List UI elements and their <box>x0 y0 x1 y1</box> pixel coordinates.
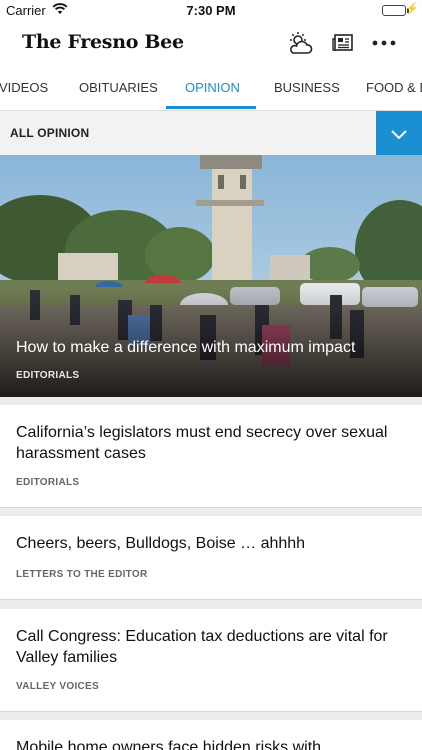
app-header: The Fresno Bee <box>0 22 422 66</box>
article-headline[interactable]: Call Congress: Education tax deductions … <box>16 626 396 668</box>
article-card[interactable]: Call Congress: Education tax deductions … <box>0 609 422 712</box>
tab-videos[interactable]: VIDEOS <box>0 80 48 95</box>
tab-obituaries[interactable]: OBITUARIES <box>79 80 158 95</box>
hero-category[interactable]: EDITORIALS <box>16 370 79 381</box>
article-card[interactable]: Mobile home owners face hidden risks wit… <box>0 720 422 750</box>
clock: 7:30 PM <box>186 3 236 18</box>
status-bar: Carrier 7:30 PM ⚡ <box>0 0 422 22</box>
chevron-down-icon <box>391 129 407 139</box>
article-headline[interactable]: California’s legislators must end secrec… <box>16 422 396 464</box>
article-category[interactable]: LETTERS TO THE EDITOR <box>16 569 148 580</box>
battery-icon <box>382 5 406 16</box>
tab-business[interactable]: BUSINESS <box>274 80 340 95</box>
article-headline[interactable]: Cheers, beers, Bulldogs, Boise … ahhhh <box>16 533 396 554</box>
hero-headline[interactable]: How to make a difference with maximum im… <box>16 339 355 357</box>
weather-icon[interactable] <box>286 30 314 56</box>
hero-story[interactable]: How to make a difference with maximum im… <box>0 155 422 397</box>
filter-bar[interactable]: ALL OPINION <box>0 110 422 156</box>
article-card[interactable]: Cheers, beers, Bulldogs, Boise … ahhhh L… <box>0 516 422 600</box>
active-tab-indicator <box>166 106 256 109</box>
article-headline[interactable]: Mobile home owners face hidden risks wit… <box>16 737 396 750</box>
hero-image <box>0 155 422 397</box>
tab-food-drink[interactable]: FOOD & DRINK <box>366 80 422 95</box>
article-card[interactable]: California’s legislators must end secrec… <box>0 405 422 508</box>
more-icon[interactable] <box>370 30 398 56</box>
section-tabs: VIDEOS OBITUARIES OPINION BUSINESS FOOD … <box>0 66 422 110</box>
charging-icon: ⚡ <box>405 3 419 15</box>
article-category[interactable]: EDITORIALS <box>16 477 79 488</box>
filter-label: ALL OPINION <box>10 126 90 140</box>
article-category[interactable]: VALLEY VOICES <box>16 681 99 692</box>
tab-opinion[interactable]: OPINION <box>185 80 240 95</box>
newspaper-icon[interactable] <box>329 30 357 56</box>
app-logo[interactable]: The Fresno Bee <box>22 31 184 53</box>
filter-dropdown-button[interactable] <box>376 111 422 156</box>
